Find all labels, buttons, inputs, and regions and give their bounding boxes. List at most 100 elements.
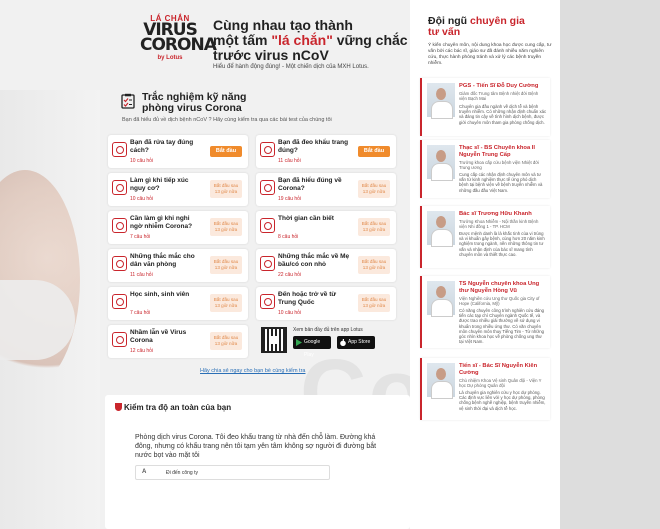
- quiz-locked-badge: Bắt đầu sau 13 giờ nữa: [210, 332, 242, 350]
- expert-card[interactable]: TS Nguyễn chuyên khoa Ung thư Nguyễn Hồn…: [420, 276, 550, 348]
- quiz-card-question: Những thắc mắc cho dân văn phòng: [130, 253, 195, 268]
- quiz-section-title: Trắc nghiệm kỹ năng phòng virus Corona: [142, 92, 342, 114]
- google-play-label: Google Play: [304, 339, 321, 358]
- expert-role: Viện Nghiên cứu Ung thư Quốc gia City of…: [459, 296, 540, 307]
- locked-badge-line-2: 13 giờ nữa: [214, 265, 238, 270]
- start-quiz-button[interactable]: Bắt đầu: [210, 146, 242, 157]
- virus-icon: [112, 332, 127, 347]
- quiz-card[interactable]: Nhầm lẫn về Virus Corona 12 câu hỏi Bắt …: [108, 325, 248, 358]
- quiz-card-count: 7 câu hỏi: [130, 234, 151, 240]
- quiz-description: Bạn đã hiểu đủ về dịch bệnh nCoV ? Hãy c…: [122, 117, 332, 123]
- hand-wash-icon: [112, 142, 127, 157]
- expert-name: Tiến sĩ - Bác Sĩ Nguyễn Kiên Cường: [459, 363, 538, 376]
- quiz-card-count: 10 câu hỏi: [130, 158, 154, 164]
- hero-title-highlight: "lá chắn": [271, 32, 333, 48]
- plane-icon: [260, 294, 275, 309]
- quiz-card-question: Những thắc mắc về Mẹ bầu/có con nhỏ: [278, 253, 350, 268]
- locked-badge-line-2: 13 giờ nữa: [362, 227, 386, 232]
- locked-badge-line-2: 13 giờ nữa: [214, 303, 238, 308]
- quiz-card-count: 19 câu hỏi: [278, 196, 302, 202]
- face-mask-icon: [260, 142, 275, 157]
- expert-bio: Có năng chuyên công trình nghiên cứu đán…: [459, 308, 545, 345]
- safety-check-title: Kiểm tra độ an toàn của bạn: [115, 403, 231, 412]
- expert-photo: [427, 281, 455, 317]
- logo-by-lotus: by Lotus: [157, 55, 183, 61]
- expert-bio: Cung cấp các nhận định chuyên môn và tư …: [459, 172, 543, 193]
- quiz-card[interactable]: Bạn đã đeo khẩu trang đúng? 11 câu hỏi B…: [256, 135, 396, 168]
- quiz-card-count: 8 câu hỏi: [278, 234, 299, 240]
- contact-risk-icon: [112, 180, 127, 195]
- expert-card[interactable]: PGS - Tiến Sĩ Đỗ Duy Cường Giám đốc Trun…: [420, 78, 550, 136]
- quiz-title-line-2: phòng virus Corona: [142, 102, 242, 114]
- main-column: LÁ CHẮN VIRUS CORONA by Lotus Cùng nhau …: [100, 0, 410, 529]
- quiz-card-count: 12 câu hỏi: [130, 348, 154, 354]
- quiz-card[interactable]: Làm gì khi tiếp xúc nguy cơ? 10 câu hỏi …: [108, 173, 248, 206]
- qr-code: [261, 327, 287, 353]
- app-store-button[interactable]: App Store: [337, 336, 375, 349]
- quiz-card[interactable]: Những thắc mắc về Mẹ bầu/có con nhỏ 22 c…: [256, 249, 396, 282]
- quiz-card[interactable]: Cần làm gì khi nghi ngờ nhiễm Corona? 7 …: [108, 211, 248, 244]
- quiz-card[interactable]: Học sinh, sinh viên 7 câu hỏi Bắt đầu sa…: [108, 287, 248, 320]
- quiz-card-question: Bạn đã rửa tay đúng cách?: [130, 139, 194, 154]
- expert-name: TS Nguyễn chuyên khoa Ung thư Nguyễn Hồn…: [459, 281, 540, 294]
- app-download-note: Xem bản đầy đủ trên app Lotus: [293, 327, 363, 333]
- answer-option[interactable]: A Đi đến công ty: [135, 465, 330, 480]
- quiz-locked-badge: Bắt đầu sau 13 giờ nữa: [358, 294, 390, 312]
- safety-title-text: Kiểm tra độ an toàn của bạn: [124, 403, 232, 412]
- quiz-clipboard-icon: [121, 93, 135, 109]
- question-icon: [260, 180, 275, 195]
- apple-icon: [340, 339, 346, 346]
- quiz-card-question: Cần làm gì khi nghi ngờ nhiễm Corona?: [130, 215, 193, 230]
- expert-photo: [427, 83, 455, 119]
- quiz-card[interactable]: Thời gian cần biết 8 câu hỏi Bắt đầu sau…: [256, 211, 396, 244]
- expert-photo: [427, 145, 455, 181]
- quiz-card-question: Bạn đã đeo khẩu trang đúng?: [278, 139, 349, 154]
- quiz-locked-badge: Bắt đầu sau 13 giờ nữa: [210, 218, 242, 236]
- quiz-card[interactable]: Bạn đã rửa tay đúng cách? 10 câu hỏi Bắt…: [108, 135, 248, 168]
- share-link[interactable]: Hãy chia sẻ ngay cho bạn bè cùng kiểm tr…: [200, 368, 305, 374]
- hero-title: Cùng nhau tạo thành một tấm "lá chắn" vữ…: [213, 18, 413, 63]
- expert-name: Bác sĩ Trương Hữu Khanh: [459, 211, 532, 217]
- expert-card[interactable]: Bác sĩ Trương Hữu Khanh Trưởng Khoa Nhiễ…: [420, 206, 550, 268]
- expert-role: Trưởng khoa cấp cứu bệnh viện Nhiệt đới …: [459, 160, 540, 171]
- quiz-card-count: 10 câu hỏi: [278, 310, 302, 316]
- mother-child-icon: [260, 256, 275, 271]
- experts-title: Đội ngũ chuyên gia tư vấn: [428, 16, 553, 38]
- quiz-card-question: Bạn đã hiểu đúng về Corona?: [278, 177, 342, 192]
- right-gray-margin: [560, 0, 660, 529]
- quiz-locked-badge: Bắt đầu sau 13 giờ nữa: [210, 180, 242, 198]
- expert-card[interactable]: Thạc sĩ - BS Chuyên khoa II Nguyễn Trung…: [420, 140, 550, 198]
- quiz-card-question: Đến hoặc trở về từ Trung Quốc: [278, 291, 337, 306]
- locked-badge-line-2: 13 giờ nữa: [214, 341, 238, 346]
- clock-icon: [260, 218, 275, 233]
- locked-badge-line-2: 13 giờ nữa: [214, 227, 238, 232]
- experts-column: Đội ngũ chuyên gia tư vấn Ý kiến chuyên …: [410, 0, 560, 529]
- quiz-locked-badge: Bắt đầu sau 13 giờ nữa: [358, 256, 390, 274]
- answer-option-text: Đi đến công ty: [166, 470, 198, 476]
- hero-title-line-3: trước virus nCoV: [213, 47, 329, 63]
- quiz-card-count: 10 câu hỏi: [130, 196, 154, 202]
- quiz-card[interactable]: Đến hoặc trở về từ Trung Quốc 10 câu hỏi…: [256, 287, 396, 320]
- expert-role: Chủ nhiệm Khoa Vệ sinh Quân đội - Viện Y…: [459, 378, 542, 389]
- logo-corona-text: CORONA: [140, 35, 217, 55]
- hero-title-line-2: một tấm "lá chắn" vững chắc: [213, 33, 413, 48]
- shield-icon: [115, 403, 122, 411]
- quiz-card[interactable]: Bạn đã hiểu đúng về Corona? 19 câu hỏi B…: [256, 173, 396, 206]
- locked-badge-line-2: 13 giờ nữa: [362, 189, 386, 194]
- experts-title-line-2: tư vấn: [428, 26, 461, 38]
- quiz-locked-badge: Bắt đầu sau 13 giờ nữa: [358, 218, 390, 236]
- locked-badge-line-2: 13 giờ nữa: [362, 265, 386, 270]
- expert-card[interactable]: Tiến sĩ - Bác Sĩ Nguyễn Kiên Cường Chủ n…: [420, 358, 550, 420]
- google-play-button[interactable]: Google Play: [293, 336, 331, 358]
- app-store-label: App Store: [348, 339, 371, 345]
- quiz-locked-badge: Bắt đầu sau 13 giờ nữa: [210, 294, 242, 312]
- hero-subtitle: Hiểu để hành động đúng! - Một chiến dịch…: [213, 64, 369, 70]
- quiz-card[interactable]: Những thắc mắc cho dân văn phòng 11 câu …: [108, 249, 248, 282]
- start-quiz-button[interactable]: Bắt đầu: [358, 146, 390, 157]
- locked-badge-line-2: 13 giờ nữa: [362, 303, 386, 308]
- expert-photo: [427, 363, 455, 399]
- expert-bio: Là chuyên gia nghiên cứu y học dự phòng.…: [459, 390, 546, 411]
- background-person-image: [0, 90, 100, 529]
- hero-title-line-2b: vững chắc: [332, 32, 408, 48]
- safety-check-panel: Kiểm tra độ an toàn của bạn Phòng dịch v…: [105, 395, 410, 529]
